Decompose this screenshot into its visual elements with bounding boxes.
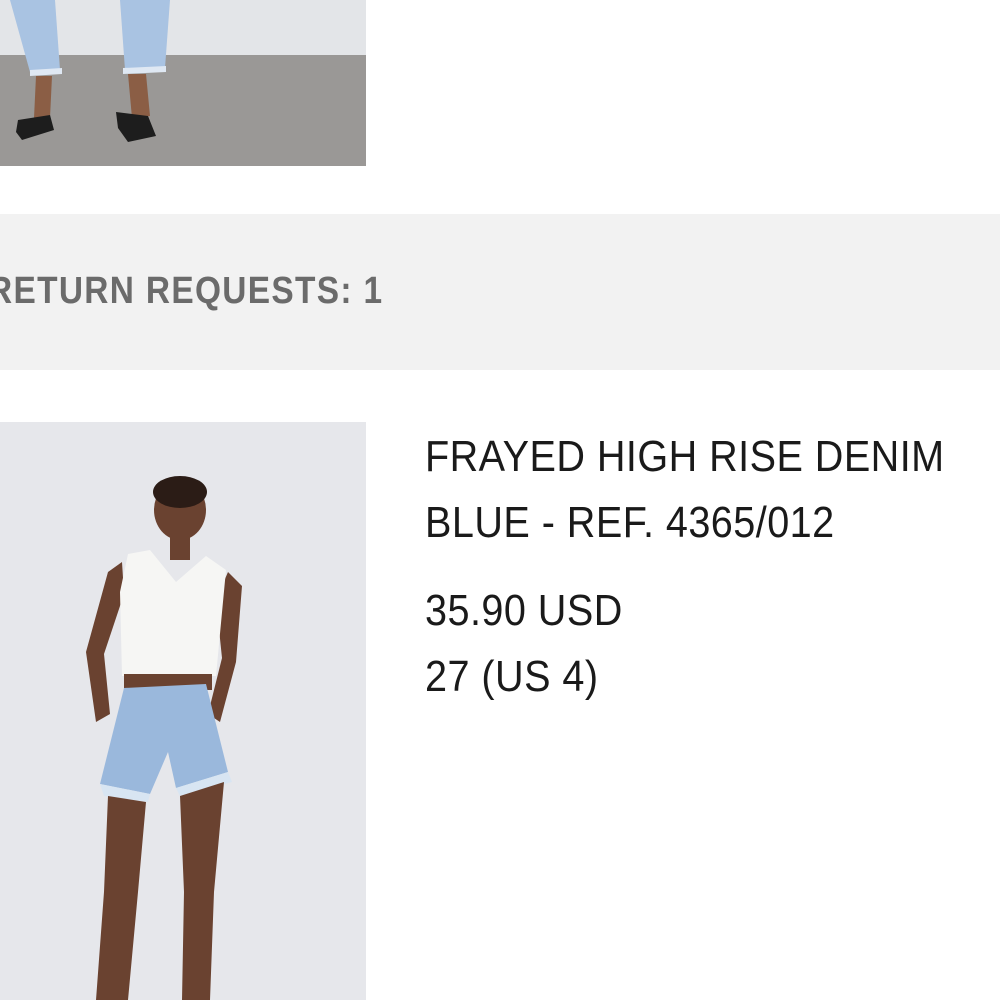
product-price: 35.90 USD — [425, 586, 623, 635]
product-photo — [0, 422, 366, 1000]
previous-product-photo — [0, 0, 366, 166]
product-details: FRAYED HIGH RISE DENIM BLUE - REF. 4365/… — [425, 424, 1000, 710]
product-size: 27 (US 4) — [425, 652, 599, 701]
return-requests-label: RETURN REQUESTS: 1 — [0, 270, 384, 312]
product-image[interactable] — [0, 422, 366, 1000]
order-detail-page: RETURN REQUESTS: 1 FRAYED HIGH RISE DENI… — [0, 0, 1000, 1000]
previous-product-image[interactable] — [0, 0, 366, 166]
product-color-ref: BLUE - REF. 4365/012 — [425, 498, 835, 547]
product-name[interactable]: FRAYED HIGH RISE DENIM — [425, 424, 944, 490]
